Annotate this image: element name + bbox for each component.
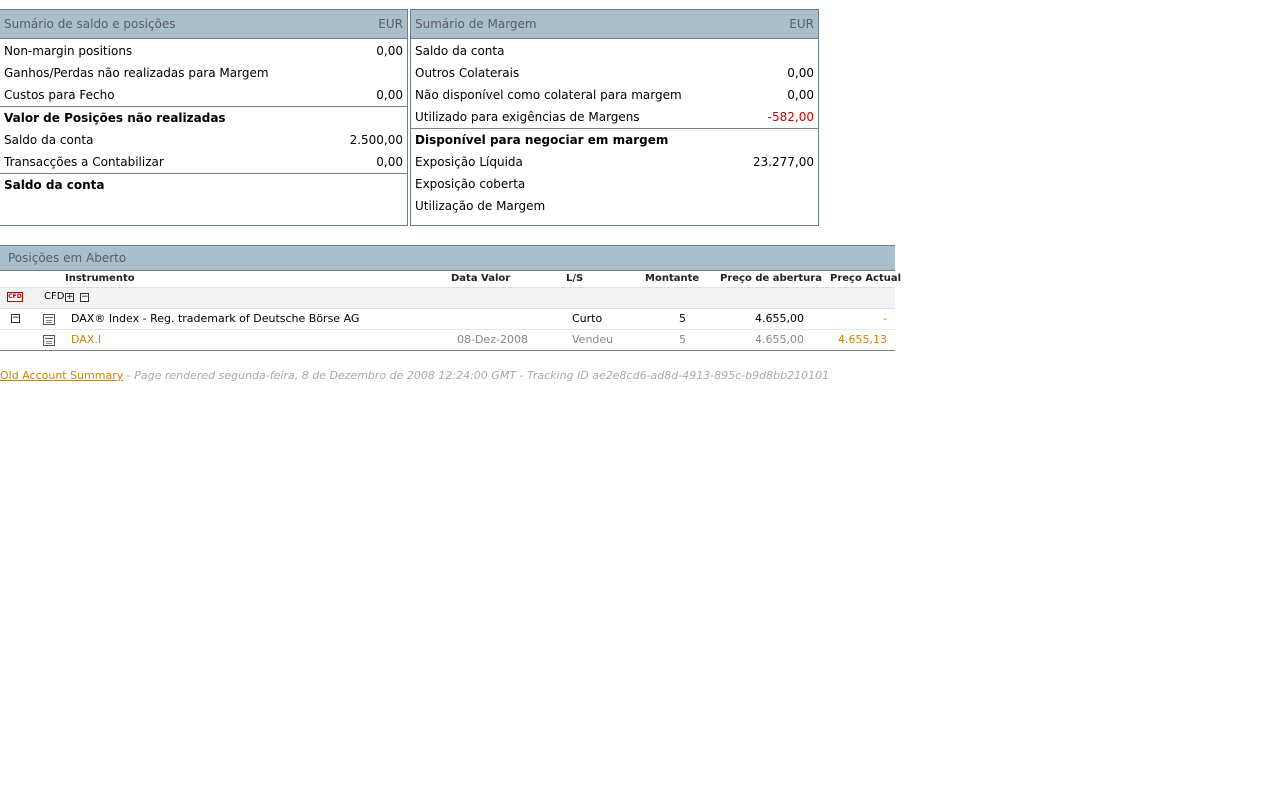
row-margin-utilization: Utilização de Margem: [411, 195, 818, 217]
page-footer: Old Account Summary - Page rendered segu…: [0, 369, 829, 382]
row-net-exposure: Exposição Líquida 23.277,00: [411, 151, 818, 173]
row-label: Custos para Fecho: [4, 88, 115, 102]
col-instrument[interactable]: Instrumento: [65, 273, 135, 284]
col-long-short[interactable]: L/S: [566, 273, 583, 284]
trade-date: 08-Dez-2008: [457, 333, 528, 346]
row-label: Saldo da conta: [415, 44, 505, 58]
balance-currency: EUR: [378, 17, 403, 31]
trade-symbol[interactable]: DAX.I: [71, 333, 101, 346]
trade-row[interactable]: DAX.I 08-Dez-2008 Vendeu 5 4.655,00 4.65…: [0, 330, 895, 351]
collapse-all-icon[interactable]: −: [80, 293, 89, 302]
row-unavailable-collateral: Não disponível como colateral para marge…: [411, 84, 818, 106]
footer-render-info: - Page rendered segunda-feira, 8 de Deze…: [123, 369, 830, 382]
col-amount[interactable]: Montante: [645, 273, 699, 284]
trade-open-price: 4.655,00: [755, 333, 804, 346]
row-margin-used: Utilizado para exigências de Margens -58…: [411, 106, 818, 128]
instrument-amount: 5: [679, 312, 686, 325]
instrument-row[interactable]: − DAX® Index - Reg. trademark of Deutsch…: [0, 309, 895, 330]
positions-table: Instrumento Data Valor L/S Montante Preç…: [0, 271, 901, 351]
row-label: Exposição coberta: [415, 177, 526, 191]
balance-summary-header: Sumário de saldo e posições EUR: [0, 10, 407, 39]
row-unrealized-value: Valor de Posições não realizadas: [0, 106, 407, 129]
row-pending-transactions: Transacções a Contabilizar 0,00: [0, 151, 407, 173]
margin-summary-title: Sumário de Margem: [415, 17, 537, 31]
row-closing-costs: Custos para Fecho 0,00: [0, 84, 407, 106]
row-value: 23.277,00: [752, 155, 814, 169]
instrument-name: DAX® Index - Reg. trademark of Deutsche …: [71, 312, 360, 325]
row-account-balance: Saldo da conta 2.500,00: [0, 129, 407, 151]
trade-current-price: 4.655,13: [838, 333, 887, 346]
group-row-cfd: CFD CFD + −: [0, 287, 895, 309]
instrument-current-price: -: [883, 312, 887, 325]
margin-summary-panel: Sumário de Margem EUR Saldo da conta Out…: [410, 9, 819, 226]
row-other-collateral: Outros Colaterais 0,00: [411, 62, 818, 84]
row-account-balance: Saldo da conta: [411, 40, 818, 62]
instrument-doc-icon[interactable]: [43, 314, 55, 325]
group-label: CFD: [44, 291, 65, 302]
row-value: 0,00: [787, 66, 814, 80]
trade-side: Vendeu: [572, 333, 614, 346]
trade-amount: 5: [679, 333, 686, 346]
old-account-summary-link[interactable]: Old Account Summary: [0, 369, 123, 382]
row-value: 0,00: [376, 88, 403, 102]
row-label: Utilização de Margem: [415, 199, 546, 213]
row-label: Ganhos/Perdas não realizadas para Margem: [4, 66, 269, 80]
row-label: Disponível para negociar em margem: [415, 133, 669, 147]
row-value: 0,00: [376, 44, 403, 58]
row-account-balance-total: Saldo da conta: [0, 173, 407, 196]
col-open-price[interactable]: Preço de abertura: [720, 273, 822, 284]
row-label: Outros Colaterais: [415, 66, 520, 80]
col-current-price[interactable]: Preço Actual: [830, 273, 901, 284]
row-value: 0,00: [787, 88, 814, 102]
row-label: Valor de Posições não realizadas: [4, 111, 226, 125]
row-label: Transacções a Contabilizar: [4, 155, 164, 169]
balance-summary-title: Sumário de saldo e posições: [4, 17, 176, 31]
table-header: Instrumento Data Valor L/S Montante Preç…: [0, 271, 901, 287]
row-available-margin: Disponível para negociar em margem: [411, 128, 818, 151]
row-label: Non-margin positions: [4, 44, 133, 58]
cfd-badge-icon: CFD: [7, 292, 23, 302]
row-label: Exposição Líquida: [415, 155, 523, 169]
margin-currency: EUR: [789, 17, 814, 31]
row-value: 0,00: [376, 155, 403, 169]
open-positions-title: Posições em Aberto: [0, 245, 895, 271]
trade-doc-icon[interactable]: [43, 335, 55, 346]
instrument-side: Curto: [572, 312, 603, 325]
row-non-margin-positions: Non-margin positions 0,00: [0, 40, 407, 62]
row-label: Não disponível como colateral para marge…: [415, 88, 682, 102]
row-value: 2.500,00: [349, 133, 403, 147]
row-value-negative: -582,00: [767, 110, 814, 124]
row-covered-exposure: Exposição coberta: [411, 173, 818, 195]
expand-all-icon[interactable]: +: [65, 293, 74, 302]
balance-summary-panel: Sumário de saldo e posições EUR Non-marg…: [0, 9, 408, 226]
open-positions-section: Posições em Aberto Instrumento Data Valo…: [0, 245, 901, 351]
col-value-date[interactable]: Data Valor: [451, 273, 510, 284]
instrument-open-price: 4.655,00: [755, 312, 804, 325]
margin-summary-header: Sumário de Margem EUR: [411, 10, 818, 39]
row-label: Saldo da conta: [4, 178, 105, 192]
row-label: Saldo da conta: [4, 133, 94, 147]
row-label: Utilizado para exigências de Margens: [415, 110, 640, 124]
row-unrealized-pl: Ganhos/Perdas não realizadas para Margem: [0, 62, 407, 84]
collapse-row-icon[interactable]: −: [11, 314, 20, 323]
